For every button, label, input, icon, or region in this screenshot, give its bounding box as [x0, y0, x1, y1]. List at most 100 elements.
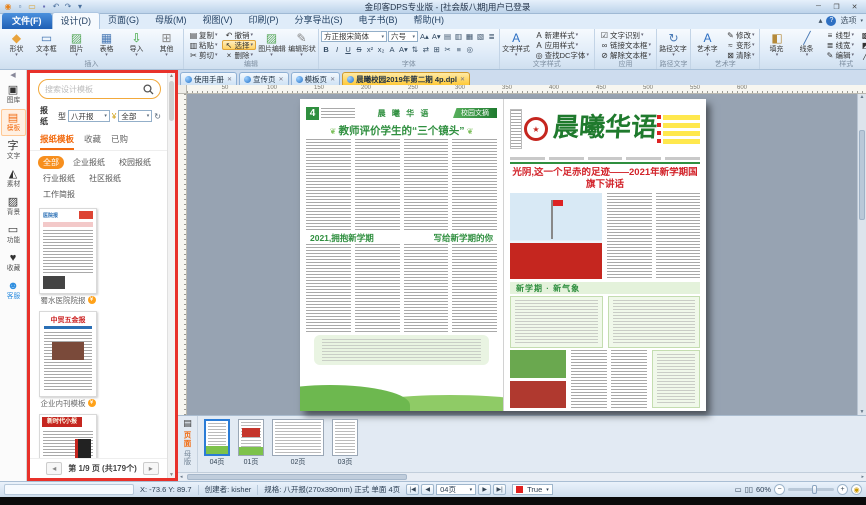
- ribbon-button-文字样式[interactable]: A文字样式▾: [502, 30, 531, 58]
- template-search-box[interactable]: [38, 79, 161, 99]
- format-icon-A▾[interactable]: A▾: [398, 44, 409, 55]
- page-thumbnail-04页[interactable]: 04页: [204, 419, 230, 467]
- options-button[interactable]: 选项: [840, 15, 856, 26]
- paragraph-icon[interactable]: ✂: [443, 44, 453, 55]
- paragraph-icon[interactable]: ⊞: [432, 44, 442, 55]
- sidebar-item-background[interactable]: ▨背景: [1, 193, 26, 220]
- zoom-slider[interactable]: [788, 488, 834, 491]
- font-tool-icon[interactable]: A▾: [431, 31, 442, 42]
- refresh-icon[interactable]: ↻: [154, 112, 161, 121]
- ribbon-tab-视图(V)[interactable]: 视图(V): [195, 12, 241, 29]
- ribbon-button-选择[interactable]: ↖选择▾: [222, 40, 257, 50]
- ribbon-button-线条[interactable]: ╱线条▾: [792, 30, 821, 58]
- format-icon-x₂[interactable]: x₂: [376, 44, 386, 55]
- file-menu-button[interactable]: 文件(F): [2, 13, 52, 29]
- page-select[interactable]: 04页▾: [436, 484, 476, 495]
- page-1[interactable]: ★ 晨曦华语 光阴,这一个足赤的足迹——2021年新学期国旗下讲话 新学期 · …: [503, 99, 706, 411]
- sidebar-item-features[interactable]: ▭功能: [1, 221, 26, 248]
- open-icon[interactable]: ▭: [27, 2, 37, 12]
- template-card[interactable]: 中贸五金报企业内刊模板¥: [39, 311, 97, 409]
- ribbon-button-图片编辑[interactable]: ▨图片编辑▾: [257, 30, 286, 58]
- page-4[interactable]: 4 晨 曦 华 语 校园文摘 ❦ 教师评价学生的“三个镜头” ❦ 2021,拥抱…: [300, 99, 503, 411]
- sidebar-item-text[interactable]: 字文字: [1, 137, 26, 164]
- view-mode-spread-icon[interactable]: ▯▯: [745, 485, 753, 494]
- collapse-ribbon-icon[interactable]: ▴: [818, 16, 822, 25]
- close-icon[interactable]: ✕: [460, 76, 465, 83]
- font-tool-icon[interactable]: A▴: [419, 31, 430, 42]
- close-icon[interactable]: ✕: [227, 76, 232, 83]
- sidebar-item-gallery[interactable]: ▣图库: [1, 81, 26, 108]
- ribbon-button-文字识别[interactable]: ☑文字识别▾: [597, 30, 654, 40]
- panel-scrollbar[interactable]: ▲▼: [167, 73, 175, 478]
- redo-icon[interactable]: ↷: [63, 2, 73, 12]
- ribbon-tab-印刷(P)[interactable]: 印刷(P): [241, 12, 287, 29]
- font-tool-icon[interactable]: ▤: [443, 31, 453, 42]
- newspaper-spread[interactable]: 4 晨 曦 华 语 校园文摘 ❦ 教师评价学生的“三个镜头” ❦ 2021,拥抱…: [300, 99, 706, 411]
- zoom-in-button[interactable]: +: [837, 484, 848, 495]
- ribbon-tab-分享导出(S)[interactable]: 分享导出(S): [287, 12, 351, 29]
- category-chip-全部[interactable]: 全部: [38, 156, 64, 169]
- next-page-button[interactable]: ▸: [143, 462, 159, 475]
- ribbon-button-解除文本框[interactable]: ⊘解除文本框▾: [597, 50, 654, 60]
- ribbon-button-路径文字[interactable]: ↻路径文字▾: [659, 30, 688, 58]
- ribbon-tab-帮助(H)[interactable]: 帮助(H): [406, 12, 453, 29]
- tips-lamp-icon[interactable]: ◉: [851, 484, 862, 495]
- ribbon-button-清除[interactable]: ⊠清除▾: [723, 50, 758, 60]
- save-icon[interactable]: ▪: [39, 2, 49, 12]
- canvas[interactable]: 4 晨 曦 华 语 校园文摘 ❦ 教师评价学生的“三个镜头” ❦ 2021,拥抱…: [178, 94, 866, 415]
- close-button[interactable]: ✕: [846, 1, 863, 12]
- category-chip-社区报纸[interactable]: 社区报纸: [84, 172, 126, 185]
- options-dropdown-icon[interactable]: ▾: [860, 18, 863, 24]
- ribbon-button-其他[interactable]: ⊞其他▾: [152, 30, 181, 58]
- ribbon-button-复制[interactable]: ▤复制▾: [186, 30, 221, 40]
- page-thumbnail-02页[interactable]: 02页: [272, 419, 324, 467]
- sidebar-item-templates[interactable]: ▤模板: [1, 109, 26, 136]
- ribbon-button-编辑形状[interactable]: ✎编辑形状▾: [287, 30, 316, 58]
- ribbon-button-线型[interactable]: ≡线型▾: [822, 30, 857, 40]
- ribbon-tab-电子书(B)[interactable]: 电子书(B): [351, 12, 406, 29]
- doc-tab-宣传页[interactable]: 宣传页✕: [239, 72, 289, 85]
- undo-icon[interactable]: ↶: [51, 2, 61, 12]
- format-icon-x²[interactable]: x²: [365, 44, 375, 55]
- ribbon-button-链接文本框[interactable]: ∞链接文本框▾: [597, 40, 654, 50]
- prev-page-button[interactable]: ◂: [46, 462, 62, 475]
- template-card[interactable]: 医院报蜀水医院院报¥: [39, 208, 97, 306]
- ribbon-button-应用样式[interactable]: A应用样式▾: [532, 40, 592, 50]
- ribbon-button-线宽[interactable]: ≣线宽▾: [822, 40, 857, 50]
- sidebar-collapse-icon[interactable]: ◀: [10, 71, 15, 80]
- ribbon-button-填充[interactable]: ◧填充▾: [762, 30, 791, 58]
- new-icon[interactable]: ▫: [15, 2, 25, 12]
- font-size-select[interactable]: 六号▾: [388, 31, 418, 42]
- format-icon-I[interactable]: I: [332, 44, 342, 55]
- font-tool-icon[interactable]: ▦: [465, 31, 475, 42]
- previous-page-button[interactable]: ◀: [421, 484, 434, 495]
- ribbon-button-文本框[interactable]: ▭文本框▾: [32, 30, 61, 58]
- page-thumbnail-01页[interactable]: 01页: [238, 419, 264, 467]
- sidebar-item-assets[interactable]: ◭素材: [1, 165, 26, 192]
- view-mode-single-icon[interactable]: ▭: [735, 485, 742, 494]
- font-tool-icon[interactable]: ≣: [487, 31, 497, 42]
- category-chip-校园报纸[interactable]: 校园报纸: [114, 156, 156, 169]
- template-card[interactable]: 新时代小报红色主题学校内刊报纸¥: [39, 414, 97, 458]
- ribbon-button-查找DC字体[interactable]: ◎查找DC字体▾: [532, 50, 592, 60]
- last-page-button[interactable]: ▶|: [493, 484, 506, 495]
- panel-tab-收藏[interactable]: 收藏: [84, 133, 101, 150]
- minimize-button[interactable]: ─: [810, 1, 827, 12]
- panel-tab-已购[interactable]: 已购: [111, 133, 128, 150]
- ribbon-button-图片[interactable]: ▨图片▾: [62, 30, 91, 58]
- close-icon[interactable]: ✕: [279, 76, 284, 83]
- help-icon[interactable]: ?: [826, 16, 836, 26]
- canvas-vertical-scrollbar[interactable]: ▲▼: [857, 94, 866, 415]
- format-icon-B[interactable]: B: [321, 44, 331, 55]
- doc-tab-晨曦校园2019年第二期 4p.dpl[interactable]: 晨曦校园2019年第二期 4p.dpl✕: [342, 72, 470, 85]
- ribbon-button-斜切[interactable]: ╱斜切▾: [858, 50, 866, 60]
- paragraph-icon[interactable]: ⇄: [421, 44, 431, 55]
- ribbon-button-删除[interactable]: ×删除▾: [222, 50, 257, 60]
- font-tool-icon[interactable]: ▥: [454, 31, 464, 42]
- close-icon[interactable]: ✕: [330, 76, 335, 83]
- category-chip-行业报纸[interactable]: 行业报纸: [38, 172, 80, 185]
- category-chip-工作简报[interactable]: 工作简报: [38, 188, 80, 201]
- ribbon-button-粘贴[interactable]: ▥粘贴▾: [186, 40, 221, 50]
- font-tool-icon[interactable]: ▧: [476, 31, 486, 42]
- paper-size-select[interactable]: 八开报▾: [68, 110, 110, 122]
